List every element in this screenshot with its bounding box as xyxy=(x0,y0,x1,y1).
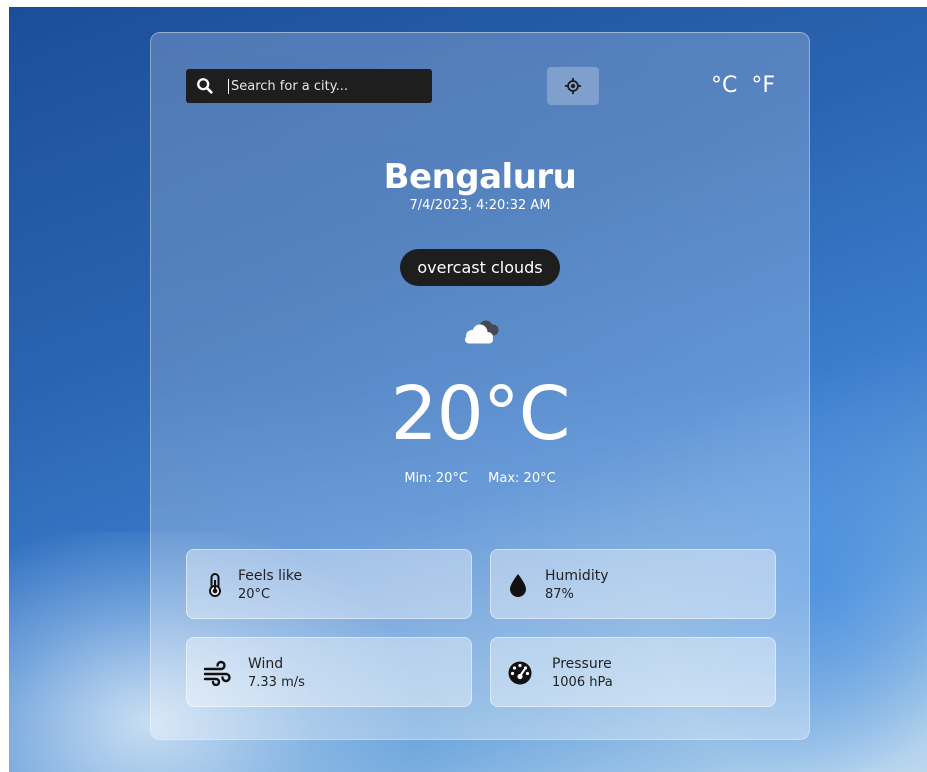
fahrenheit-button[interactable]: °F xyxy=(751,73,775,98)
thermometer-icon xyxy=(209,573,221,597)
search-input[interactable] xyxy=(228,78,421,94)
local-datetime: 7/4/2023, 4:20:32 AM xyxy=(409,198,551,213)
min-max-temperature: Min: 20°C Max: 20°C xyxy=(151,471,809,486)
humidity-value: 87% xyxy=(545,587,574,602)
unit-toggle: °C °F xyxy=(711,73,775,98)
humidity-label: Humidity xyxy=(545,568,609,584)
feels-like-tile: Feels like 20°C xyxy=(186,549,472,619)
weather-description: overcast clouds xyxy=(400,249,560,286)
pressure-value: 1006 hPa xyxy=(552,675,613,690)
droplet-icon xyxy=(510,574,526,597)
cloud-icon xyxy=(465,320,499,344)
wind-value: 7.33 m/s xyxy=(248,675,305,690)
min-temperature: Min: 20°C xyxy=(404,471,469,486)
gauge-icon xyxy=(508,661,532,685)
location-crosshair-icon xyxy=(564,77,582,95)
wind-icon xyxy=(203,660,231,686)
city-name: Bengaluru xyxy=(383,157,577,197)
description-container: overcast clouds xyxy=(151,249,809,286)
humidity-tile: Humidity 87% xyxy=(490,549,776,619)
current-temperature: 20°C xyxy=(390,371,571,457)
pressure-label: Pressure xyxy=(552,656,612,672)
wind-label: Wind xyxy=(248,656,284,672)
current-location-button[interactable] xyxy=(547,67,599,105)
search-icon[interactable] xyxy=(196,77,214,95)
feels-like-value: 20°C xyxy=(238,587,271,602)
pressure-tile: Pressure 1006 hPa xyxy=(490,637,776,707)
wind-tile: Wind 7.33 m/s xyxy=(186,637,472,707)
weather-card: °C °F Bengaluru 7/4/2023, 4:20:32 AM ove… xyxy=(150,32,810,740)
feels-like-label: Feels like xyxy=(238,568,303,584)
max-temperature: Max: 20°C xyxy=(488,471,556,486)
celsius-button[interactable]: °C xyxy=(711,73,737,98)
search-bar xyxy=(186,69,432,103)
